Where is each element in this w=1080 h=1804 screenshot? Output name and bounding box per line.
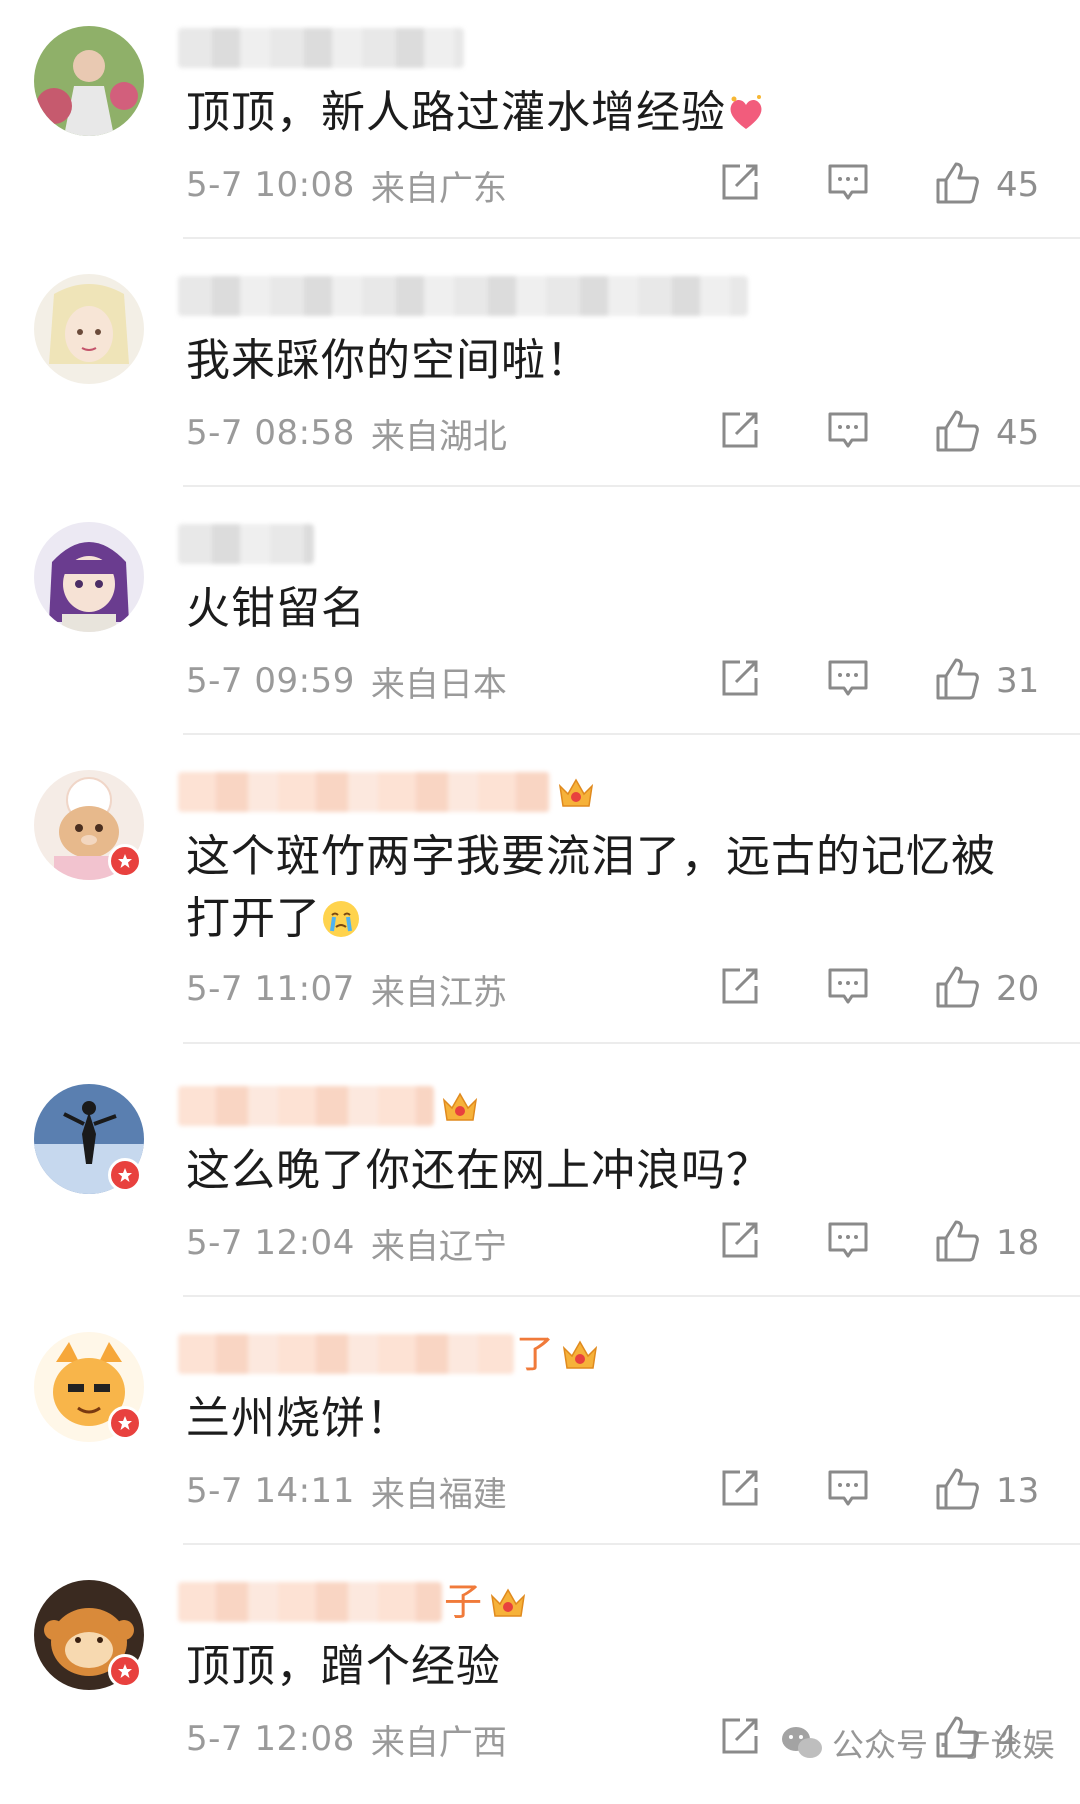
comment-text-wrap: 顶顶，蹭个经验 (186, 1636, 1016, 1698)
username-suffix: 子 (444, 1580, 483, 1624)
crying-face-icon (323, 901, 359, 937)
share-icon[interactable] (718, 408, 762, 452)
comment-actions: 45 (0, 160, 1080, 210)
comment-text-wrap: 我来踩你的空间啦！ (186, 330, 1016, 392)
star-icon (118, 1416, 132, 1430)
comment-text: 顶顶，新人路过灌水增经验 (186, 87, 726, 138)
username[interactable]: 子 (178, 1580, 528, 1624)
reply-icon[interactable] (826, 656, 870, 700)
username-blurred (178, 772, 550, 812)
reply-icon[interactable] (826, 1218, 870, 1262)
avatar[interactable] (34, 274, 144, 384)
verified-badge (108, 1654, 142, 1688)
divider (183, 1543, 1080, 1545)
username-blurred (178, 1334, 514, 1374)
star-icon (118, 854, 132, 868)
like-icon[interactable] (934, 1466, 980, 1512)
divider (183, 485, 1080, 487)
comment-text-wrap: 这么晚了你还在网上冲浪吗？ (186, 1140, 1016, 1202)
like-icon[interactable] (934, 408, 980, 454)
username-blurred (178, 276, 748, 316)
comment-text: 我来踩你的空间啦！ (186, 335, 591, 386)
comment-text: 这么晚了你还在网上冲浪吗？ (186, 1145, 771, 1196)
username-blurred (178, 524, 314, 564)
comment-actions: 18 (0, 1218, 1080, 1268)
username[interactable] (178, 770, 596, 814)
avatar[interactable] (34, 26, 144, 136)
share-icon[interactable] (718, 1714, 762, 1758)
comment-text-wrap: 顶顶，新人路过灌水增经验 (186, 82, 1016, 144)
comment-item: 顶顶，新人路过灌水增经验 5-7 10:08 来自广东 45 (0, 0, 1080, 250)
like-icon[interactable] (934, 1218, 980, 1264)
comment-item: 我来踩你的空间啦！ 5-7 08:58 来自湖北 45 (0, 248, 1080, 498)
wechat-icon (782, 1727, 822, 1758)
username[interactable] (178, 274, 748, 318)
star-icon (118, 1168, 132, 1182)
share-icon[interactable] (718, 1466, 762, 1510)
like-count: 13 (996, 1471, 1040, 1511)
divider (183, 733, 1080, 735)
vip-crown-icon (558, 778, 594, 807)
comment-actions: 45 (0, 408, 1080, 458)
vip-crown-icon (490, 1588, 526, 1617)
comment-text: 这个斑竹两字我要流泪了，远古的记忆被打开了 (186, 831, 996, 944)
comment-text: 顶顶，蹭个经验 (186, 1641, 501, 1692)
divider (183, 237, 1080, 239)
username-blurred (178, 28, 464, 68)
like-icon[interactable] (934, 964, 980, 1010)
reply-icon[interactable] (826, 1466, 870, 1510)
comment-text: 火钳留名 (186, 583, 366, 634)
like-count: 18 (996, 1223, 1040, 1263)
verified-badge (108, 844, 142, 878)
comment-actions: 31 (0, 656, 1080, 706)
avatar[interactable] (34, 522, 144, 632)
star-icon (118, 1664, 132, 1678)
comment-text-wrap: 火钳留名 (186, 578, 1016, 640)
like-count: 45 (996, 413, 1040, 453)
like-count: 20 (996, 969, 1040, 1009)
vip-crown-icon (562, 1340, 598, 1369)
comment-text-wrap: 这个斑竹两字我要流泪了，远古的记忆被打开了 (186, 826, 996, 950)
like-icon[interactable] (934, 160, 980, 206)
share-icon[interactable] (718, 964, 762, 1008)
like-count: 45 (996, 165, 1040, 205)
comment-text: 兰州烧饼！ (186, 1393, 411, 1444)
comment-item: 这个斑竹两字我要流泪了，远古的记忆被打开了 5-7 11:07 来自江苏 20 (0, 744, 1080, 1056)
comment-item: 火钳留名 5-7 09:59 来自日本 31 (0, 496, 1080, 746)
username-suffix: 了 (516, 1332, 555, 1376)
username-blurred (178, 1086, 434, 1126)
like-icon[interactable] (934, 656, 980, 702)
watermark-text: 公众号 · 于谈娱 (832, 1726, 1055, 1764)
heart-sparkle-icon (730, 95, 762, 129)
username[interactable] (178, 522, 314, 566)
divider (183, 1295, 1080, 1297)
share-icon[interactable] (718, 160, 762, 204)
like-count: 31 (996, 661, 1040, 701)
reply-icon[interactable] (826, 160, 870, 204)
share-icon[interactable] (718, 1218, 762, 1262)
comment-text-wrap: 兰州烧饼！ (186, 1388, 1016, 1450)
username-blurred (178, 1582, 442, 1622)
watermark: 公众号 · 于谈娱 (780, 1716, 1055, 1770)
divider (183, 1042, 1080, 1044)
username[interactable] (178, 1084, 480, 1128)
verified-badge (108, 1158, 142, 1192)
comment-item: 了 兰州烧饼！ 5-7 14:11 来自福建 13 (0, 1306, 1080, 1556)
reply-icon[interactable] (826, 408, 870, 452)
vip-crown-icon (442, 1092, 478, 1121)
comment-actions: 13 (0, 1466, 1080, 1516)
comment-item: 这么晚了你还在网上冲浪吗？ 5-7 12:04 来自辽宁 18 (0, 1058, 1080, 1308)
username[interactable] (178, 26, 464, 70)
share-icon[interactable] (718, 656, 762, 700)
reply-icon[interactable] (826, 964, 870, 1008)
username[interactable]: 了 (178, 1332, 600, 1376)
comment-actions: 20 (0, 964, 1080, 1014)
verified-badge (108, 1406, 142, 1440)
